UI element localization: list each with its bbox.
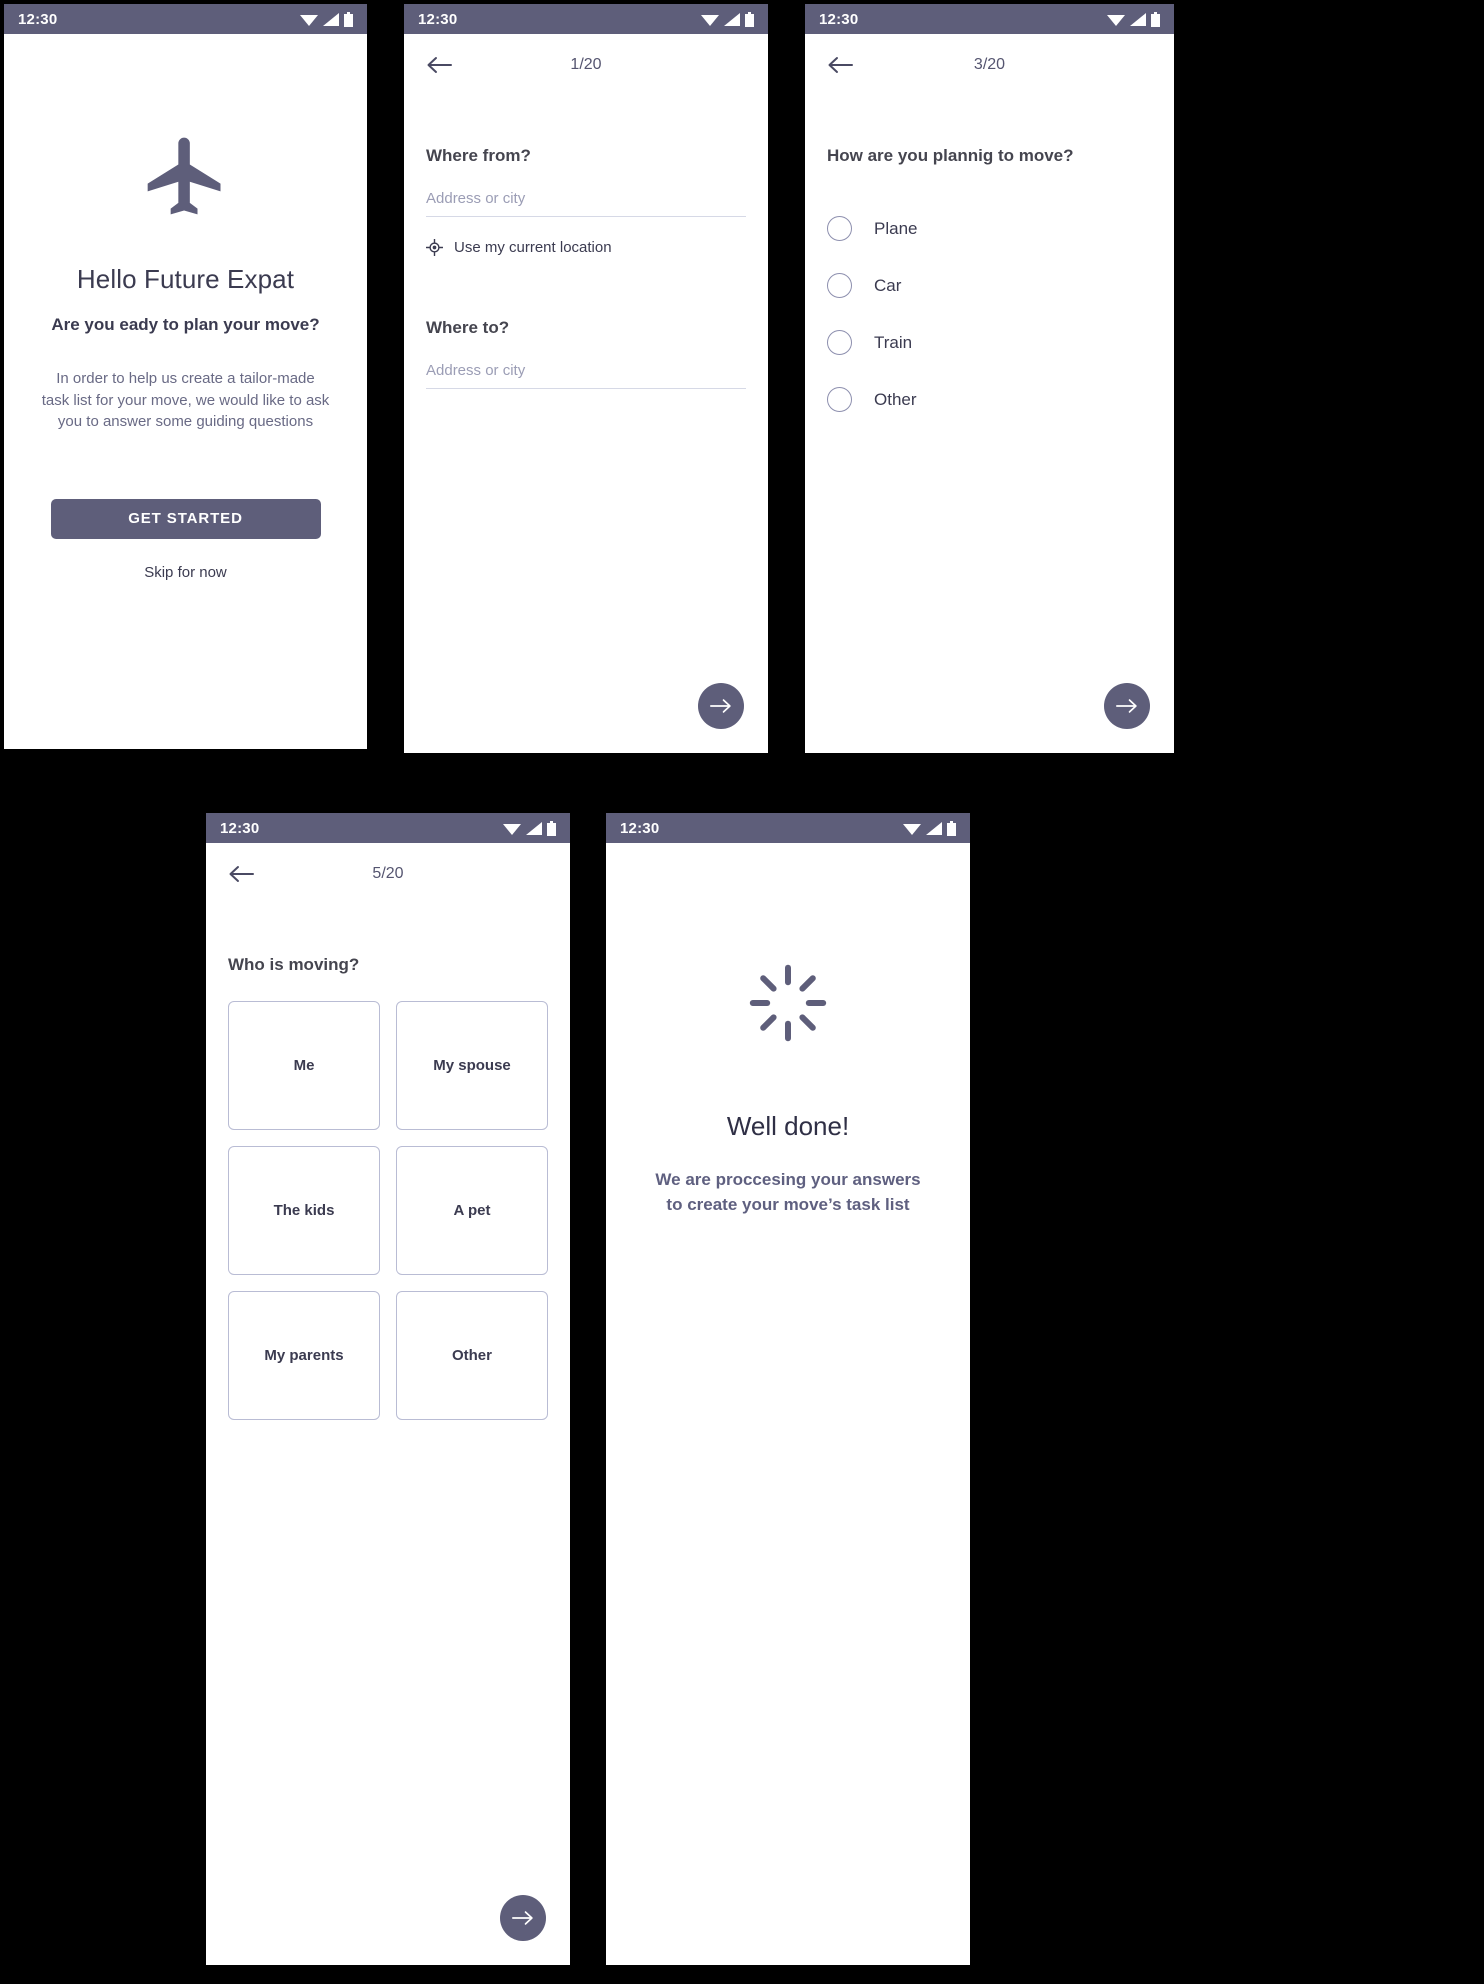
next-button[interactable] <box>500 1895 546 1941</box>
status-bar-icons <box>701 11 754 27</box>
radio-option-train[interactable]: Train <box>827 314 1152 371</box>
field-where-from <box>404 186 768 217</box>
radio-label: Car <box>874 275 902 295</box>
phone-who: 12:30 5/20 Who is moving? Me My spouse T… <box>206 813 570 1965</box>
signal-icon <box>323 12 339 26</box>
get-started-button[interactable]: GET STARTED <box>50 498 321 539</box>
use-current-location-row[interactable]: Use my current location <box>404 239 768 256</box>
radio-circle-icon <box>827 387 852 412</box>
status-bar-time: 12:30 <box>819 10 859 28</box>
loading-spinner-icon <box>749 964 827 1042</box>
page-title: Hello Future Expat <box>76 264 295 294</box>
status-bar: 12:30 <box>805 4 1174 34</box>
intro-paragraph: In order to help us create a tailor-made… <box>41 370 330 430</box>
question-header: 5/20 <box>206 843 570 905</box>
option-card-other[interactable]: Other <box>396 1291 548 1420</box>
question-who-is-moving: Who is moving? <box>228 955 360 974</box>
wifi-icon <box>300 14 318 26</box>
battery-icon <box>947 820 956 836</box>
arrow-left-icon[interactable] <box>827 55 853 75</box>
radio-option-plane[interactable]: Plane <box>827 200 1152 257</box>
radio-circle-icon <box>827 273 852 298</box>
field-where-to <box>404 358 768 389</box>
status-bar: 12:30 <box>206 813 570 843</box>
arrow-right-icon <box>710 699 731 713</box>
option-card-a-pet[interactable]: A pet <box>396 1146 548 1275</box>
option-card-my-spouse[interactable]: My spouse <box>396 1001 548 1130</box>
status-bar-time: 12:30 <box>18 10 58 28</box>
wifi-icon <box>1107 14 1125 26</box>
wifi-icon <box>503 823 521 835</box>
status-bar-icons <box>903 820 956 836</box>
my-location-icon <box>426 239 443 256</box>
option-card-my-parents[interactable]: My parents <box>228 1291 380 1420</box>
battery-icon <box>745 11 754 27</box>
step-counter: 5/20 <box>372 865 404 882</box>
arrow-right-icon <box>1116 699 1137 713</box>
question-where-from: Where from? <box>426 146 531 165</box>
wifi-icon <box>701 14 719 26</box>
status-bar-time: 12:30 <box>418 10 458 28</box>
arrow-right-icon <box>512 1911 533 1925</box>
where-from-input[interactable] <box>426 186 746 217</box>
signal-icon <box>1130 12 1146 26</box>
skip-for-now-link[interactable]: Skip for now <box>144 564 227 581</box>
radio-label: Other <box>874 389 917 409</box>
status-bar: 12:30 <box>4 4 367 34</box>
transport-options-list: Plane Car Train Other <box>805 200 1174 428</box>
battery-icon <box>344 11 353 27</box>
option-card-me[interactable]: Me <box>228 1001 380 1130</box>
arrow-left-icon[interactable] <box>426 55 452 75</box>
step-counter: 1/20 <box>570 56 602 73</box>
done-body: Well done! We are proccesing your answer… <box>606 843 970 1217</box>
question-transport: How are you plannig to move? <box>827 146 1074 165</box>
next-button[interactable] <box>1104 683 1150 729</box>
status-bar-icons <box>503 820 556 836</box>
done-message: We are proccesing your answers to create… <box>655 1170 921 1214</box>
phone-transport: 12:30 3/20 How are you plannig to move? … <box>805 4 1174 753</box>
status-bar-time: 12:30 <box>620 819 660 837</box>
where-to-input[interactable] <box>426 358 746 389</box>
done-title: Well done! <box>726 1111 850 1141</box>
status-bar-icons <box>1107 11 1160 27</box>
question-header: 3/20 <box>805 34 1174 96</box>
wifi-icon <box>903 823 921 835</box>
signal-icon <box>526 821 542 835</box>
next-button[interactable] <box>698 683 744 729</box>
radio-option-car[interactable]: Car <box>827 257 1152 314</box>
signal-icon <box>926 821 942 835</box>
arrow-left-icon[interactable] <box>228 864 254 884</box>
option-card-the-kids[interactable]: The kids <box>228 1146 380 1275</box>
signal-icon <box>724 12 740 26</box>
phone-where: 12:30 1/20 Where from? Use my current lo… <box>404 4 768 753</box>
battery-icon <box>1151 11 1160 27</box>
radio-label: Plane <box>874 218 918 238</box>
who-options-grid: Me My spouse The kids A pet My parents O… <box>206 1001 570 1420</box>
phone-done: 12:30 Well done! We are proccesing your … <box>606 813 970 1965</box>
phone-welcome: 12:30 Hello Future Expat Are you eady to… <box>4 4 367 749</box>
radio-circle-icon <box>827 330 852 355</box>
battery-icon <box>547 820 556 836</box>
radio-option-other[interactable]: Other <box>827 371 1152 428</box>
question-where-to: Where to? <box>426 318 510 337</box>
question-header: 1/20 <box>404 34 768 96</box>
welcome-body: Hello Future Expat Are you eady to plan … <box>4 34 367 581</box>
airplane-icon <box>140 130 232 222</box>
radio-label: Train <box>874 332 913 352</box>
page-subtitle: Are you eady to plan your move? <box>51 315 320 334</box>
status-bar-icons <box>300 11 353 27</box>
status-bar-time: 12:30 <box>220 819 260 837</box>
radio-circle-icon <box>827 216 852 241</box>
status-bar: 12:30 <box>606 813 970 843</box>
use-current-location-label: Use my current location <box>454 239 612 256</box>
status-bar: 12:30 <box>404 4 768 34</box>
step-counter: 3/20 <box>973 56 1006 73</box>
